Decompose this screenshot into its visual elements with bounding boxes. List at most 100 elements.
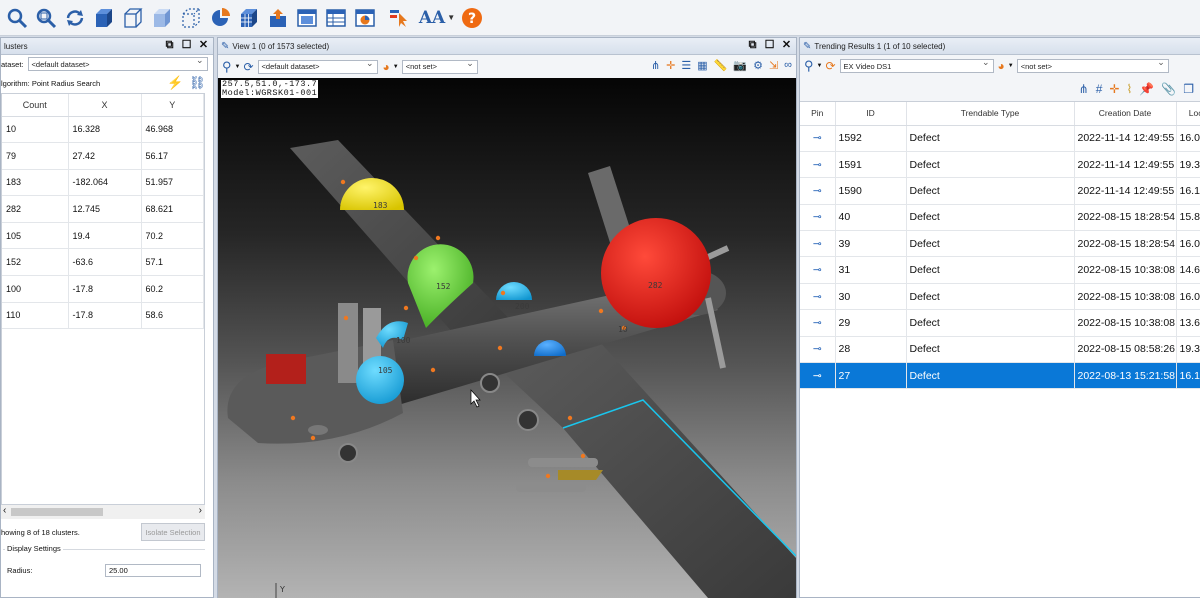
- table-row[interactable]: ⊸28Defect2022-08-15 08:58:2619.34: [800, 336, 1200, 364]
- table-row[interactable]: 105 19.4 70.2: [2, 222, 204, 250]
- pin-icon[interactable]: ⊸: [800, 204, 836, 232]
- list-icon[interactable]: ☰: [681, 59, 691, 72]
- lightning-icon[interactable]: ⚡: [167, 75, 183, 91]
- zoom-button[interactable]: [4, 5, 30, 31]
- broom-icon[interactable]: ⌇: [1126, 82, 1132, 96]
- pin-icon[interactable]: ⊸: [800, 362, 836, 390]
- scroll-right-icon[interactable]: ›: [199, 505, 202, 516]
- column-header-x[interactable]: X: [68, 94, 142, 117]
- table-row[interactable]: ⊸30Defect2022-08-15 10:38:0816.01: [800, 283, 1200, 311]
- scroll-thumb[interactable]: [11, 508, 103, 516]
- table-row[interactable]: ⊸1592Defect2022-11-14 12:49:5516.01: [800, 125, 1200, 152]
- rotate-button[interactable]: [62, 5, 88, 31]
- nodes-icon[interactable]: ⋔: [651, 59, 660, 72]
- section-view-button[interactable]: [207, 5, 233, 31]
- import-button[interactable]: [265, 5, 291, 31]
- 3d-viewport[interactable]: 257.5,51.0,-173.7 Model:WGRSK01-001 183 …: [218, 78, 796, 598]
- column-header-type[interactable]: Trendable Type: [906, 102, 1075, 126]
- table-row[interactable]: ⊸31Defect2022-08-15 10:38:0814.64: [800, 256, 1200, 284]
- shaded-view-button[interactable]: [149, 5, 175, 31]
- chevron-down-icon[interactable]: ▼: [393, 64, 399, 70]
- maximize-icon[interactable]: ☐: [181, 40, 192, 51]
- table-row[interactable]: 110 -17.8 58.6: [2, 302, 204, 330]
- globe-icon[interactable]: ◕: [998, 59, 1005, 73]
- copy-icon[interactable]: ❐: [1183, 82, 1194, 96]
- nodes-icon[interactable]: ⋔: [1079, 82, 1089, 96]
- gear-icon[interactable]: ⚙: [753, 59, 763, 72]
- column-header-y[interactable]: Y: [141, 94, 204, 117]
- pin-icon[interactable]: ⊸: [800, 336, 836, 364]
- trending-notset-select[interactable]: <not set>: [1016, 57, 1169, 73]
- column-header-date[interactable]: Creation Date: [1074, 102, 1177, 126]
- crosshair-icon[interactable]: ✛: [666, 59, 675, 72]
- grid-view-button[interactable]: [236, 5, 262, 31]
- table-row[interactable]: 79 27.42 56.17: [2, 142, 204, 170]
- pin-icon[interactable]: ⊸: [800, 283, 836, 311]
- cluster-label: 100: [396, 336, 411, 345]
- pin-icon[interactable]: ⊸: [800, 125, 836, 152]
- export-icon[interactable]: ⇲: [769, 59, 778, 72]
- float-icon[interactable]: ⧉: [747, 40, 758, 51]
- points-view-button[interactable]: [178, 5, 204, 31]
- ruler-icon[interactable]: 📏: [714, 59, 728, 72]
- solid-view-button[interactable]: [91, 5, 117, 31]
- view-notset-select[interactable]: <not set>: [401, 58, 478, 74]
- scroll-left-icon[interactable]: ‹: [3, 505, 6, 516]
- dataset-select[interactable]: <default dataset>: [27, 55, 208, 71]
- chevron-down-icon[interactable]: ▼: [817, 63, 823, 69]
- pin-icon[interactable]: ⊸: [800, 151, 836, 179]
- radius-input[interactable]: 25.00: [105, 564, 201, 577]
- pin-icon[interactable]: ⊸: [800, 230, 836, 258]
- float-icon[interactable]: ⧉: [164, 40, 175, 51]
- table-row[interactable]: 183 -182.064 51.957: [2, 169, 204, 197]
- table-row[interactable]: ⊸39Defect2022-08-15 18:28:5416.04: [800, 230, 1200, 258]
- trending-source-select[interactable]: EX Video DS1: [839, 57, 994, 73]
- grid-cube-icon[interactable]: ▦: [697, 59, 707, 72]
- column-header-count[interactable]: Count: [2, 94, 69, 117]
- column-header-id[interactable]: ID: [835, 102, 907, 126]
- table-row[interactable]: 100 -17.8 60.2: [2, 275, 204, 303]
- table-row[interactable]: ⊸29Defect2022-08-15 10:38:0813.68: [800, 309, 1200, 337]
- table-row[interactable]: 282 12.745 68.621: [2, 195, 204, 223]
- window-view-button[interactable]: [294, 5, 320, 31]
- pin-icon[interactable]: ⊸: [800, 309, 836, 337]
- link-icon[interactable]: ⛓: [189, 75, 206, 91]
- chart-view-button[interactable]: [352, 5, 378, 31]
- chevron-down-icon[interactable]: ▼: [1008, 63, 1014, 69]
- zoom-window-button[interactable]: [33, 5, 59, 31]
- wireframe-view-button[interactable]: [120, 5, 146, 31]
- table-row[interactable]: ⊸1591Defect2022-11-14 12:49:5519.34: [800, 151, 1200, 179]
- isolate-selection-button[interactable]: Isolate Selection: [141, 523, 205, 541]
- pin-icon[interactable]: ⊸: [800, 256, 836, 284]
- close-icon[interactable]: ✕: [198, 40, 209, 51]
- pin-icon[interactable]: 📌: [1139, 82, 1154, 96]
- maximize-icon[interactable]: ☐: [764, 40, 775, 51]
- table-row[interactable]: 152 -63.6 57.1: [2, 248, 204, 277]
- help-button[interactable]: ?: [459, 5, 485, 31]
- camera-icon[interactable]: 📷: [733, 59, 747, 72]
- close-icon[interactable]: ✕: [781, 40, 792, 51]
- flag-button[interactable]: [385, 5, 411, 31]
- hash-icon[interactable]: #: [1096, 82, 1103, 96]
- horizontal-scrollbar[interactable]: ‹ ›: [1, 505, 205, 519]
- column-header-location[interactable]: Loca: [1176, 102, 1200, 126]
- crosshair-icon[interactable]: ✛: [1109, 82, 1119, 96]
- refresh-icon[interactable]: ⟳: [243, 60, 253, 74]
- chevron-down-icon[interactable]: ▼: [235, 64, 241, 70]
- table-row[interactable]: ⊸1590Defect2022-11-14 12:49:5516.18: [800, 177, 1200, 205]
- search-icon[interactable]: ⚲: [222, 59, 232, 75]
- font-size-button[interactable]: AA ▼: [418, 5, 456, 31]
- globe-icon[interactable]: ◕: [383, 60, 390, 74]
- refresh-icon[interactable]: ⟳: [825, 59, 835, 73]
- column-header-pin[interactable]: Pin: [800, 102, 836, 126]
- paperclip-icon[interactable]: 📎: [1161, 82, 1176, 96]
- table-row[interactable]: ⊸40Defect2022-08-15 18:28:5415.80: [800, 204, 1200, 232]
- search-icon[interactable]: ⚲: [804, 58, 814, 74]
- view-dataset-select[interactable]: <default dataset>: [257, 58, 378, 74]
- cluster-label: 152: [436, 282, 451, 291]
- table-row[interactable]: 10 16.328 46.968: [2, 116, 204, 144]
- table-view-button[interactable]: [323, 5, 349, 31]
- pin-icon[interactable]: ⊸: [800, 177, 836, 205]
- table-row[interactable]: ⊸27Defect2022-08-13 15:21:5816.18: [800, 362, 1200, 390]
- link-icon[interactable]: ∞: [784, 59, 792, 72]
